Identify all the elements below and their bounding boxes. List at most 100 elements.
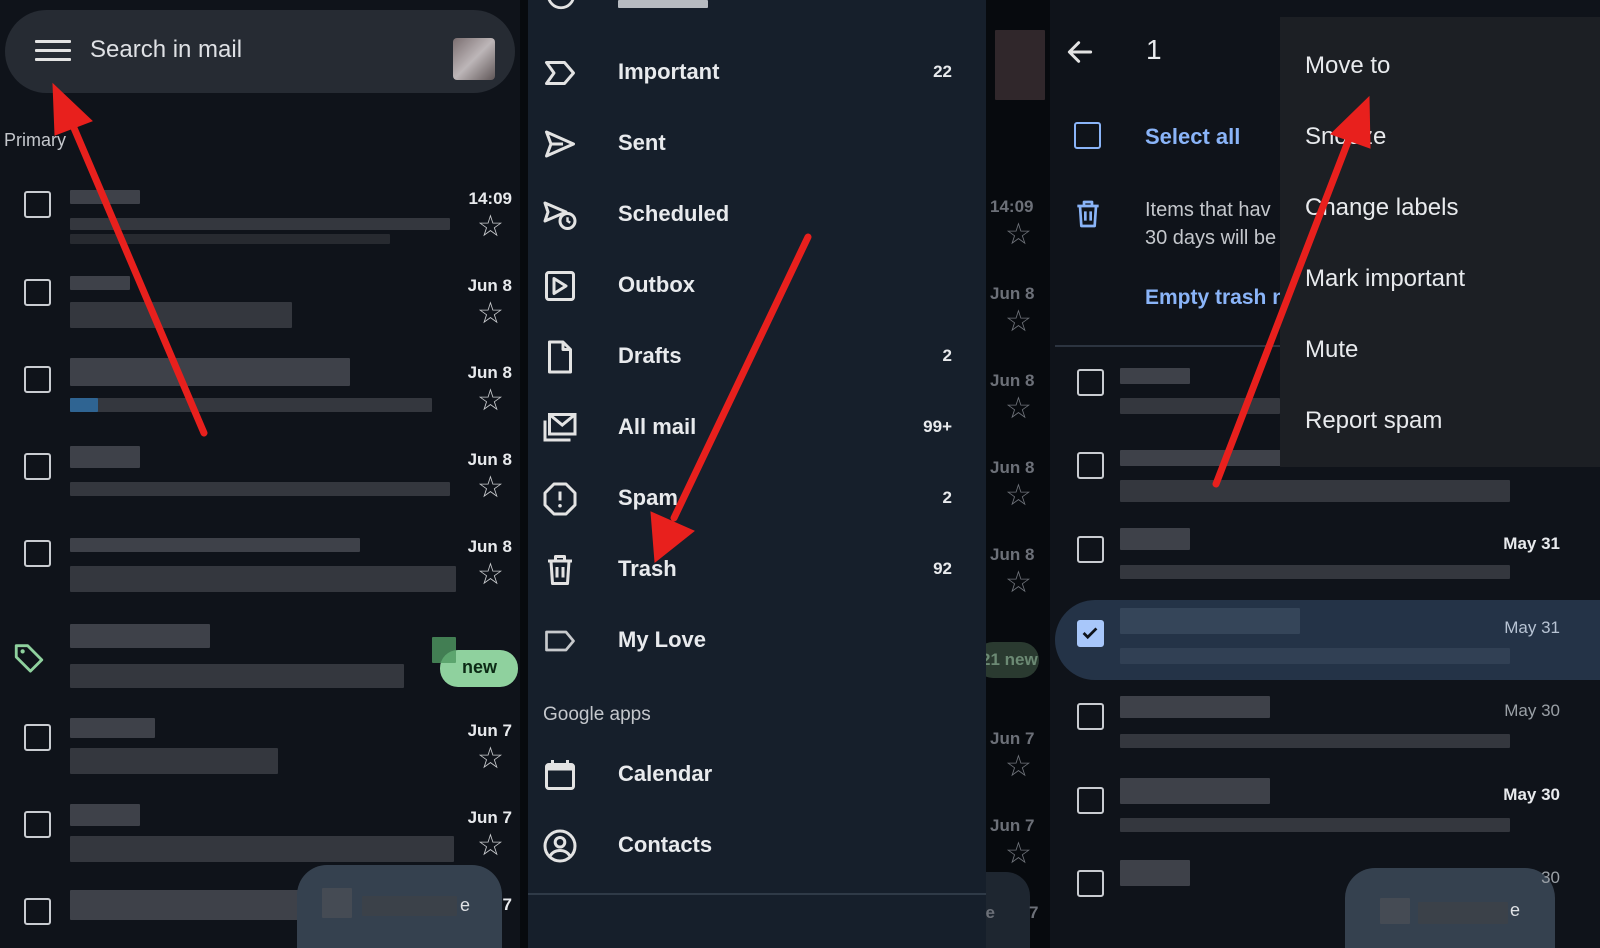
email-date: Jun 7	[467, 721, 512, 740]
menu-mute[interactable]: Mute	[1305, 336, 1358, 364]
email-sender	[70, 890, 300, 920]
ghost-avatar	[995, 30, 1045, 100]
row-checkbox[interactable]	[24, 453, 51, 480]
row-checkbox[interactable]	[1077, 703, 1104, 730]
email-subject	[1120, 398, 1280, 414]
email-sender	[1120, 778, 1270, 804]
email-date: May 31	[1504, 618, 1560, 637]
nav-label: Important	[618, 59, 720, 84]
row-checkbox[interactable]	[24, 279, 51, 306]
nav-count: 2	[942, 488, 952, 507]
nav-my-love[interactable]: My Love	[528, 613, 986, 673]
ghost-date: Jun 8	[990, 545, 1035, 564]
menu-change-labels[interactable]: Change labels	[1305, 194, 1458, 222]
fab-blur	[1380, 898, 1410, 924]
email-subject	[70, 836, 454, 862]
nav-label: Outbox	[618, 272, 695, 297]
search-bar[interactable]: Search in mail	[5, 10, 515, 93]
select-all-label[interactable]: Select all	[1145, 124, 1240, 150]
email-date: May 30	[1503, 785, 1560, 804]
menu-move-to[interactable]: Move to	[1305, 52, 1390, 80]
email-date: Jun 8	[467, 450, 512, 469]
email-label-chip	[70, 398, 98, 412]
row-checkbox[interactable]	[24, 540, 51, 567]
nav-label: Contacts	[618, 832, 713, 857]
compose-label: e	[1510, 900, 1521, 920]
nav-outbox[interactable]: Outbox	[528, 258, 986, 318]
email-subject	[1120, 480, 1510, 502]
email-sender	[70, 804, 140, 826]
email-date: 30	[1541, 868, 1560, 887]
ghost-star-icon: ☆	[1005, 392, 1032, 425]
nav-drafts[interactable]: Drafts 2	[528, 329, 986, 389]
nav-spam[interactable]: Spam 2	[528, 471, 986, 531]
contacts-icon	[543, 829, 577, 863]
ghost-date: Jun 8	[990, 371, 1035, 390]
nav-label: Drafts	[618, 343, 682, 368]
email-sender	[1120, 528, 1190, 550]
email-date: Jun 7	[467, 808, 512, 827]
row-checkbox[interactable]	[24, 366, 51, 393]
nav-count: 2	[942, 346, 952, 365]
select-all-checkbox[interactable]	[1074, 122, 1101, 149]
ghost-date: 14:09	[990, 197, 1034, 216]
star-icon[interactable]: ☆	[477, 473, 504, 503]
row-checkbox[interactable]	[24, 191, 51, 218]
trash-notice: Items that hav 30 days will be	[1145, 196, 1295, 256]
row-checkbox[interactable]	[24, 811, 51, 838]
email-sender	[70, 446, 140, 468]
ghost-badge-label: 21 new	[981, 650, 1038, 669]
row-checkbox[interactable]	[1077, 787, 1104, 814]
star-icon[interactable]: ☆	[477, 744, 504, 774]
section-google-apps: Google apps	[543, 704, 651, 725]
star-icon[interactable]: ☆	[477, 212, 504, 242]
new-badge-label: new	[462, 657, 498, 677]
ghost-star-icon: ☆	[1005, 305, 1032, 338]
nav-count: 92	[933, 559, 952, 578]
ghost-star-icon: ☆	[1005, 479, 1032, 512]
star-icon[interactable]: ☆	[477, 560, 504, 590]
star-icon[interactable]: ☆	[477, 831, 504, 861]
nav-trash[interactable]: Trash 92	[528, 542, 986, 602]
tag-icon	[14, 644, 44, 673]
star-icon[interactable]: ☆	[477, 386, 504, 416]
row-checkbox[interactable]	[24, 898, 51, 925]
menu-report-spam[interactable]: Report spam	[1305, 407, 1442, 435]
email-subject	[1120, 818, 1510, 832]
menu-snooze[interactable]: Snooze	[1305, 123, 1386, 151]
snooze-icon	[547, 0, 575, 10]
email-sender	[70, 276, 130, 290]
avatar[interactable]	[453, 38, 495, 80]
schedule-send-icon	[543, 201, 577, 230]
nav-sent[interactable]: Sent	[528, 116, 986, 176]
trash-icon	[548, 555, 572, 585]
star-icon[interactable]: ☆	[477, 299, 504, 329]
nav-contacts[interactable]: Contacts	[528, 818, 986, 878]
fab-blur	[362, 896, 457, 916]
nav-calendar[interactable]: Calendar	[528, 747, 986, 807]
row-checkbox[interactable]	[1077, 452, 1104, 479]
ghost-star-icon: ☆	[1005, 837, 1032, 870]
nav-label: Sent	[618, 130, 666, 155]
nav-scheduled[interactable]: Scheduled	[528, 187, 986, 247]
email-sender	[1120, 368, 1190, 384]
search-input[interactable]: Search in mail	[90, 36, 242, 64]
email-date: Jun 8	[467, 363, 512, 382]
check-icon	[1082, 627, 1098, 640]
menu-icon[interactable]	[35, 40, 71, 64]
empty-trash-button[interactable]: Empty trash now	[1145, 286, 1285, 310]
trash-notice-line: 30 days will be	[1145, 227, 1277, 249]
row-checkbox[interactable]	[1077, 369, 1104, 396]
back-arrow-icon[interactable]	[1062, 36, 1098, 68]
menu-mark-important[interactable]: Mark important	[1305, 265, 1465, 293]
email-sender	[70, 718, 155, 738]
nav-all-mail[interactable]: All mail 99+	[528, 400, 986, 460]
row-checkbox[interactable]	[1077, 536, 1104, 563]
nav-important[interactable]: Important 22	[528, 45, 986, 105]
nav-label: Scheduled	[618, 201, 730, 226]
row-checkbox-checked[interactable]	[1077, 620, 1104, 647]
row-checkbox[interactable]	[1077, 870, 1104, 897]
inbox-panel: Search in mail Primary 14:09 ☆ Jun 8 ☆ J…	[0, 0, 520, 948]
ghost-star-icon: ☆	[1005, 750, 1032, 783]
row-checkbox[interactable]	[24, 724, 51, 751]
